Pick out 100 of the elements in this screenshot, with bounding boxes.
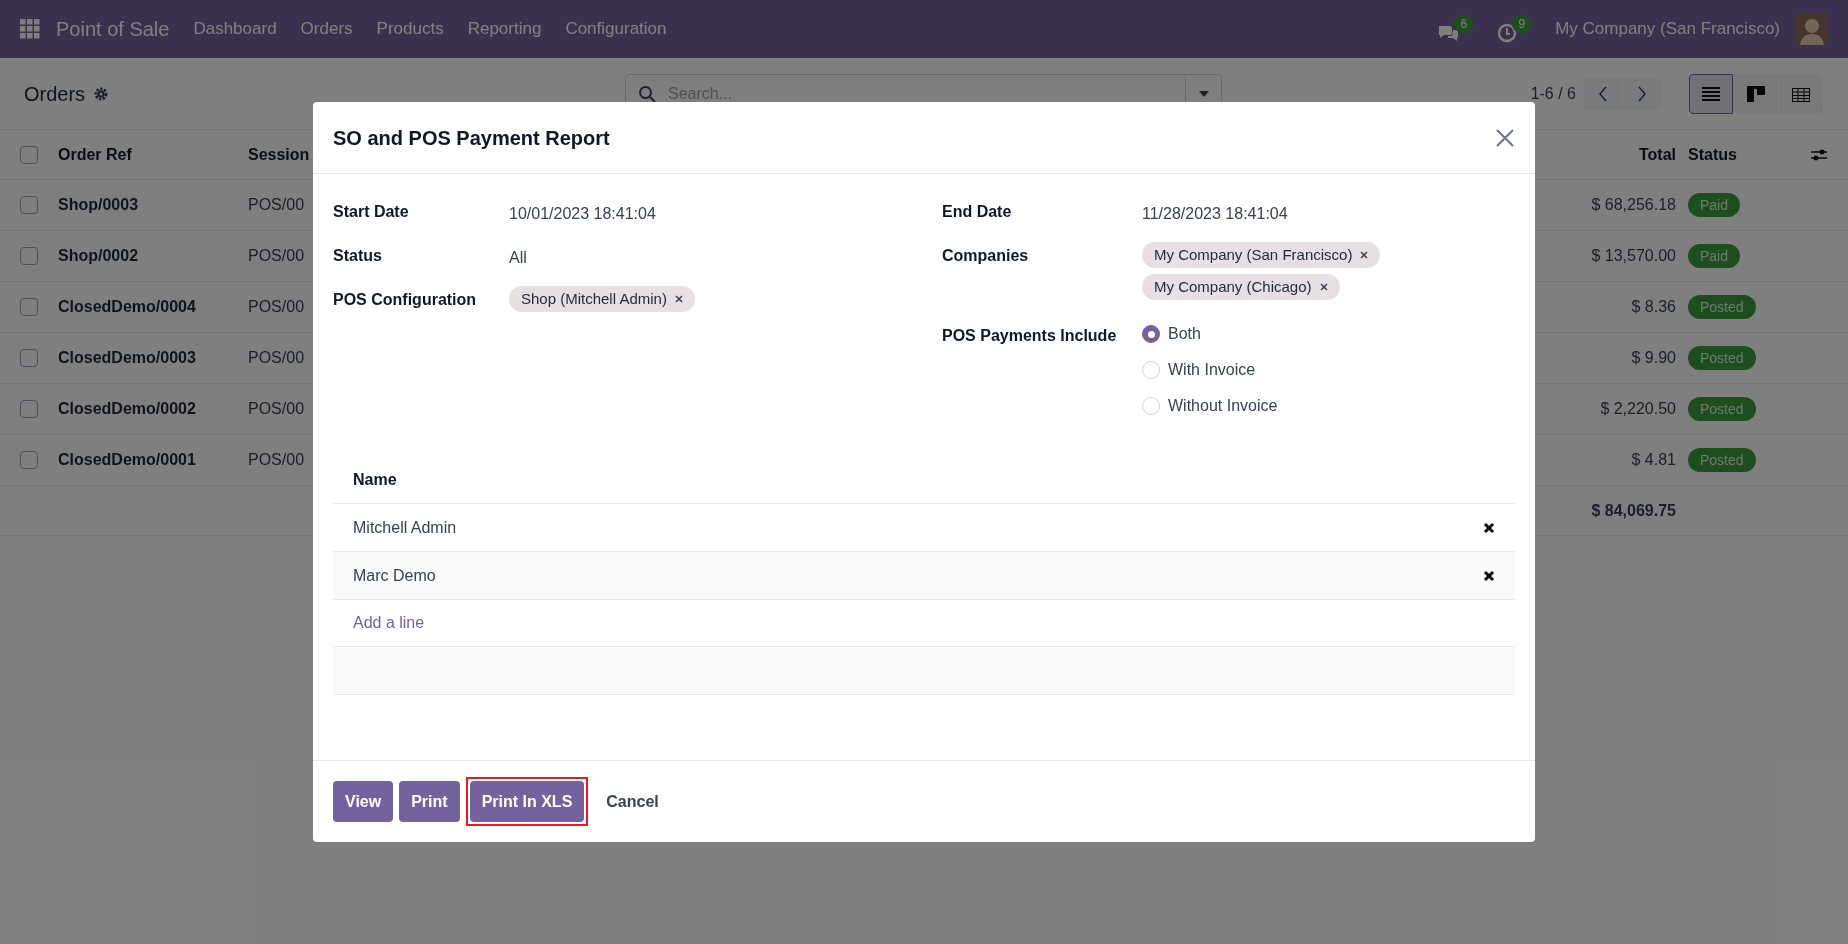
table-cell: $ 8.36 [1631, 298, 1676, 315]
delete-row-button[interactable] [1483, 569, 1495, 582]
table-cell-text: ClosedDemo/0001 [58, 450, 197, 470]
grand-total: $ 84,069.75 [1591, 501, 1676, 519]
gear-icon [93, 85, 110, 102]
column-header: Session [248, 145, 310, 163]
list-view-button[interactable] [1689, 73, 1733, 114]
field-label: POS Configuration [333, 290, 478, 310]
table-cell: POS/00 [248, 247, 305, 264]
messages-button[interactable]: 6 [1437, 15, 1474, 43]
table-cell: $ 2,220.50 [1600, 400, 1676, 417]
status-badge: Posted [1688, 397, 1756, 421]
action-button[interactable]: Print [399, 781, 460, 822]
kanban-icon [1746, 84, 1766, 103]
tag-label: My Company (San Francisco) [1154, 244, 1353, 265]
table-cell-text: Shop/0003 [58, 195, 140, 215]
previous-page-button[interactable] [1584, 77, 1622, 110]
status-badge: Paid [1688, 193, 1741, 217]
delete-icon [1483, 521, 1495, 534]
action-button[interactable]: View [333, 781, 394, 822]
status-badge: Posted [1688, 448, 1756, 472]
pivot-view-button[interactable] [1779, 73, 1823, 114]
next-page-button[interactable] [1623, 77, 1661, 110]
company-switcher[interactable]: My Company (San Francisco) [1555, 16, 1780, 42]
table-cell-text: ClosedDemo/0002 [58, 399, 197, 419]
notification-count: 9 [1512, 15, 1532, 33]
list-icon [1701, 84, 1721, 103]
radio-button[interactable] [1142, 325, 1160, 343]
radio-label[interactable]: Without Invoice [1168, 394, 1278, 418]
add-line-link[interactable]: Add a line [353, 611, 425, 635]
table-cell: POS/00 [248, 349, 305, 366]
remove-icon [1360, 251, 1369, 259]
checkbox[interactable] [20, 145, 38, 164]
field-value: 11/28/2023 18:41:04 [1142, 204, 1288, 224]
table-cell: $ 4.81 [1631, 451, 1676, 468]
field-label: Companies [942, 246, 1030, 266]
table-cell-text: ClosedDemo/0003 [58, 348, 197, 368]
field-label: Status [333, 246, 383, 266]
table-cell: $ 13,570.00 [1591, 247, 1676, 264]
column-header: Order Ref [58, 144, 133, 165]
table-cell: $ 68,256.18 [1591, 196, 1676, 213]
menu-item[interactable]: Reporting [467, 16, 542, 42]
kanban-view-button[interactable] [1734, 73, 1778, 114]
notification-count: 6 [1454, 15, 1474, 33]
cancel-button[interactable]: Cancel [594, 781, 671, 822]
status-badge: Posted [1688, 346, 1756, 370]
table-cell-text: Mitchell Admin [353, 517, 457, 538]
column-header: Name [353, 469, 397, 490]
radio-label[interactable]: With Invoice [1168, 358, 1256, 382]
checkbox[interactable] [20, 298, 38, 316]
search-icon [638, 84, 656, 103]
field-label: POS Payments Include [942, 326, 1118, 346]
delete-row-button[interactable] [1483, 521, 1495, 534]
close-button[interactable] [1495, 127, 1515, 148]
column-header: Total [1638, 145, 1676, 163]
apps-menu-button[interactable] [20, 19, 40, 39]
status-badge: Posted [1688, 295, 1756, 319]
chevron-right-icon [1637, 85, 1647, 102]
page-title: Orders [24, 81, 86, 107]
menu-item[interactable]: Dashboard [193, 16, 277, 42]
menu-item[interactable]: Products [376, 16, 444, 42]
table-cell: POS/00 [248, 400, 305, 417]
activities-button[interactable]: 9 [1497, 15, 1532, 43]
field-value: All [509, 248, 527, 268]
tag-label: Shop (Mitchell Admin) [521, 288, 667, 309]
delete-icon [1483, 569, 1495, 582]
caret-down-icon [1198, 90, 1209, 97]
chevron-left-icon [1598, 85, 1608, 102]
menu-item[interactable]: Orders [300, 16, 353, 42]
remove-icon [674, 295, 683, 303]
action-button[interactable]: Print In XLS [469, 781, 585, 822]
table-cell-text: Shop/0002 [58, 246, 140, 266]
column-header: Status [1688, 144, 1737, 165]
pager-value: 1-6 / 6 [1530, 83, 1576, 104]
checkbox[interactable] [20, 247, 38, 265]
checkbox[interactable] [20, 451, 38, 469]
close-icon [1495, 127, 1515, 148]
radio-label[interactable]: Both [1168, 322, 1201, 346]
field-value: 10/01/2023 18:41:04 [509, 204, 656, 224]
field-label: Start Date [333, 202, 410, 222]
table-cell: POS/00 [248, 196, 305, 213]
remove-icon [1319, 283, 1328, 291]
menu-item[interactable]: Configuration [565, 16, 667, 42]
sliders-icon [1810, 147, 1828, 162]
grid-icon [20, 19, 40, 39]
clock-icon [1497, 23, 1518, 43]
table-cell: POS/00 [248, 298, 305, 315]
app-name[interactable]: Point of Sale [56, 14, 170, 44]
checkbox[interactable] [20, 196, 38, 214]
table-cell: $ 9.90 [1631, 349, 1676, 366]
table-cell-text: Marc Demo [353, 565, 436, 586]
table-cell-text: ClosedDemo/0004 [58, 297, 197, 317]
avatar-icon [1796, 13, 1828, 45]
table-cell: POS/00 [248, 451, 305, 468]
checkbox[interactable] [20, 400, 38, 418]
tag-label: My Company (Chicago) [1154, 276, 1312, 297]
dialog-title: SO and POS Payment Report [333, 125, 610, 151]
checkbox[interactable] [20, 349, 38, 367]
field-label: End Date [942, 202, 1013, 222]
status-badge: Paid [1688, 244, 1741, 268]
